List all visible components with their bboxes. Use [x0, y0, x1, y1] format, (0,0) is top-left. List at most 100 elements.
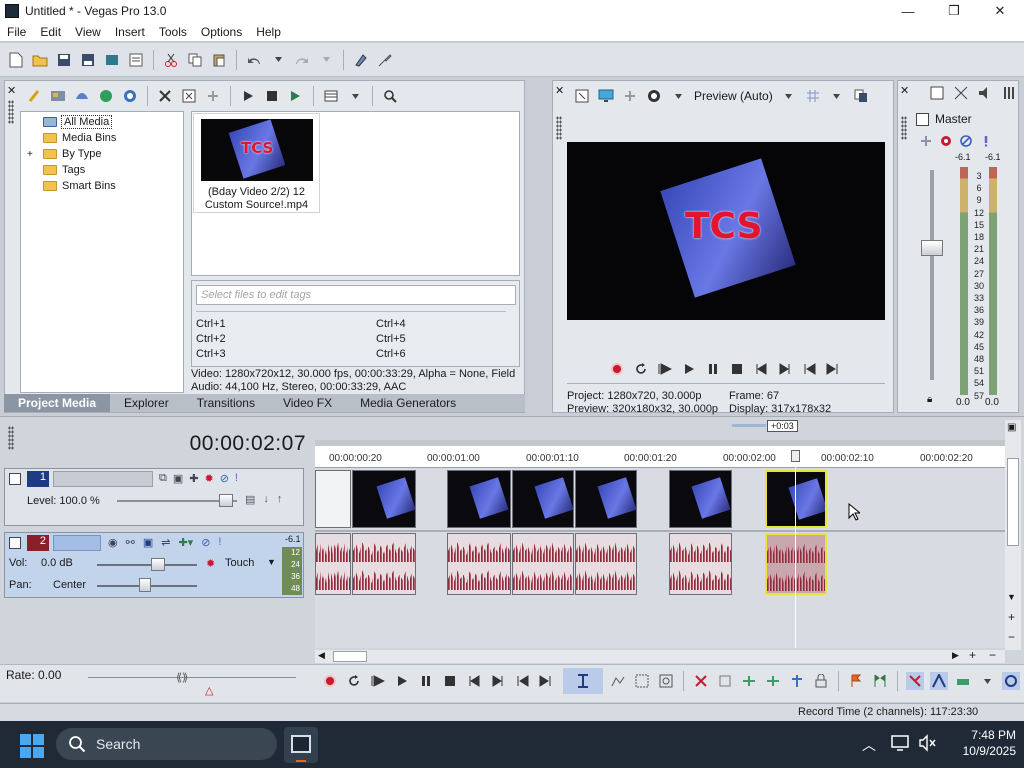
mixer-view-icon[interactable]: [1000, 84, 1018, 102]
zoom-out-vertical-icon[interactable]: −: [1008, 630, 1015, 644]
zoom-tool-icon[interactable]: [657, 672, 675, 690]
master-fx-icon[interactable]: [919, 132, 933, 150]
panel-close-icon[interactable]: ✕: [7, 84, 16, 97]
tab-video-fx[interactable]: Video FX: [269, 394, 346, 412]
timeline-timecode[interactable]: 00:00:02:07: [150, 432, 306, 456]
loop-playback-icon[interactable]: [345, 672, 363, 690]
stop-icon[interactable]: [441, 672, 459, 690]
enable-snapping-icon[interactable]: [352, 51, 370, 69]
horizontal-scroll-thumb[interactable]: [333, 651, 367, 662]
tab-media-generators[interactable]: Media Generators: [346, 394, 470, 412]
external-monitor-icon[interactable]: [597, 87, 615, 105]
split-dropdown-icon[interactable]: [669, 87, 687, 105]
video-track-name-field[interactable]: [53, 471, 153, 487]
record-icon[interactable]: [321, 672, 339, 690]
parent-composite-icon[interactable]: ▤: [245, 493, 255, 506]
redo-icon[interactable]: [293, 51, 311, 69]
track-fx-settings-icon[interactable]: ✹: [204, 472, 213, 485]
automation-settings-icon[interactable]: ✹: [206, 557, 215, 570]
automation-icon[interactable]: ⇌: [161, 536, 170, 549]
lock-events-icon[interactable]: [812, 672, 830, 690]
track-mute-icon[interactable]: ⊘: [201, 536, 210, 549]
go-to-start-icon[interactable]: [752, 360, 770, 378]
scroll-down-icon[interactable]: ▼: [1007, 592, 1016, 602]
tab-transitions[interactable]: Transitions: [183, 394, 269, 412]
delete-icon[interactable]: [692, 672, 710, 690]
taskbar-vegas-button[interactable]: [284, 727, 318, 763]
get-photo-icon[interactable]: [97, 87, 115, 105]
previous-frame-icon[interactable]: [513, 672, 531, 690]
copy-icon[interactable]: [186, 51, 204, 69]
what-is-this-help-icon[interactable]: [376, 51, 394, 69]
show-hidden-icons-icon[interactable]: ︿: [862, 735, 876, 755]
audio-clip[interactable]: [352, 533, 416, 595]
minimize-button[interactable]: —: [885, 0, 931, 22]
volume-slider-handle[interactable]: [151, 558, 165, 571]
audio-clip[interactable]: [669, 533, 732, 595]
paste-icon[interactable]: [210, 51, 228, 69]
menu-edit[interactable]: Edit: [33, 25, 68, 39]
next-frame-icon[interactable]: [537, 672, 555, 690]
pause-icon[interactable]: [417, 672, 435, 690]
compositing-mode-icon[interactable]: ▣: [173, 472, 183, 485]
invert-phase-icon[interactable]: ⚯: [126, 536, 135, 549]
pause-icon[interactable]: [704, 360, 722, 378]
search-media-icon[interactable]: [121, 87, 139, 105]
playhead-cursor[interactable]: [795, 450, 796, 648]
play-from-start-icon[interactable]: [656, 360, 674, 378]
insert-region-icon[interactable]: [871, 672, 889, 690]
tag-shortcut-1[interactable]: Ctrl+1: [196, 318, 226, 330]
tree-item-smart-bins[interactable]: Smart Bins: [21, 178, 183, 194]
open-folder-icon[interactable]: [31, 51, 49, 69]
play-icon[interactable]: [680, 360, 698, 378]
panel-grip-handle[interactable]: [901, 116, 907, 140]
expand-icon[interactable]: +: [27, 149, 33, 160]
track-fx-icon[interactable]: ✚: [189, 472, 198, 485]
video-clip[interactable]: [447, 470, 511, 528]
track-minimize-icon[interactable]: [9, 537, 21, 549]
pan-slider-handle[interactable]: [139, 578, 151, 592]
stop-preview-icon[interactable]: [263, 87, 281, 105]
rate-slider-handle[interactable]: ⟪⟫: [176, 671, 204, 684]
play-icon[interactable]: [393, 672, 411, 690]
panel-close-icon[interactable]: ✕: [900, 84, 909, 97]
volume-slider[interactable]: [97, 564, 197, 566]
scroll-right-icon[interactable]: ▶: [952, 650, 959, 661]
panel-close-icon[interactable]: ✕: [555, 84, 564, 97]
zoom-in-vertical-icon[interactable]: +: [1008, 610, 1015, 624]
audio-clip[interactable]: [575, 533, 637, 595]
next-frame-icon[interactable]: [824, 360, 842, 378]
normal-edit-tool-icon[interactable]: [563, 668, 603, 694]
automation-mode-dropdown-icon[interactable]: ▼: [267, 557, 276, 567]
preview-quality-select[interactable]: Preview (Auto): [694, 89, 773, 103]
audio-clip[interactable]: [447, 533, 511, 595]
envelope-tool-icon[interactable]: [609, 672, 627, 690]
restore-button[interactable]: ❐: [931, 0, 977, 22]
media-properties-icon[interactable]: [204, 87, 222, 105]
save-as-icon[interactable]: [79, 51, 97, 69]
video-clip[interactable]: [352, 470, 416, 528]
video-clip[interactable]: [669, 470, 732, 528]
play-preview-icon[interactable]: [239, 87, 257, 105]
track-solo-icon[interactable]: !: [235, 472, 238, 485]
go-to-end-icon[interactable]: [489, 672, 507, 690]
loop-region-bar[interactable]: [732, 424, 766, 427]
snapping-icon[interactable]: [906, 672, 924, 690]
automation-mode[interactable]: Touch: [225, 557, 254, 569]
remove-media-icon[interactable]: [156, 87, 174, 105]
windows-start-icon[interactable]: [20, 734, 44, 758]
tab-project-media[interactable]: Project Media: [4, 394, 111, 412]
panel-grip-handle[interactable]: [8, 100, 14, 124]
tab-explorer[interactable]: Explorer: [110, 394, 183, 412]
solo-icon[interactable]: [979, 132, 993, 150]
redo-dropdown-icon[interactable]: [317, 51, 335, 69]
close-button[interactable]: ✕: [977, 0, 1023, 22]
audio-clip[interactable]: [512, 533, 574, 595]
tag-input[interactable]: Select files to edit tags: [196, 285, 516, 305]
tree-item-tags[interactable]: Tags: [21, 162, 183, 178]
copy-snapshot-icon[interactable]: [852, 87, 870, 105]
split-icon[interactable]: [788, 672, 806, 690]
network-icon[interactable]: [890, 734, 910, 752]
arm-for-record-icon[interactable]: ◉: [108, 536, 118, 549]
track-fx-icon[interactable]: ▣: [143, 536, 153, 549]
